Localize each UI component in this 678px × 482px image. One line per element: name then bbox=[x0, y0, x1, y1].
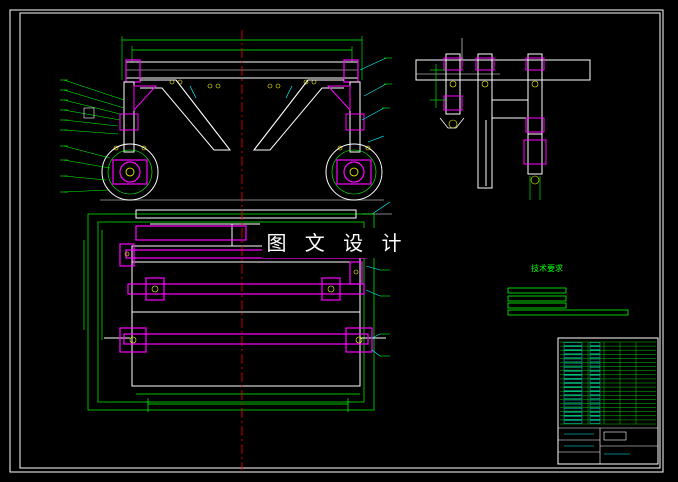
parts-list-qty bbox=[589, 387, 601, 391]
parts-list-qty bbox=[589, 420, 601, 424]
technical-requirements-title: 技术要求 bbox=[531, 264, 563, 273]
parts-list-entry bbox=[563, 412, 583, 416]
parts-list-qty bbox=[589, 399, 601, 404]
parts-list-entry bbox=[563, 350, 583, 354]
parts-list-qty bbox=[589, 403, 601, 408]
parts-list-qty bbox=[589, 371, 601, 375]
technical-notes bbox=[507, 287, 629, 316]
parts-list-entry bbox=[563, 399, 583, 404]
title-block bbox=[557, 337, 659, 465]
parts-list-qty bbox=[589, 354, 601, 358]
parts-list-qty bbox=[589, 395, 601, 399]
parts-list-entry bbox=[563, 362, 583, 367]
parts-list-qty bbox=[589, 358, 601, 363]
parts-list-qty bbox=[589, 346, 601, 350]
parts-list-qty bbox=[589, 379, 601, 383]
parts-list-qty bbox=[589, 391, 601, 395]
parts-list-entry bbox=[563, 342, 583, 346]
parts-list-qty bbox=[589, 367, 601, 371]
front-view bbox=[60, 36, 392, 215]
parts-list-entry bbox=[563, 391, 583, 395]
parts-list-qty bbox=[589, 375, 601, 379]
parts-list-qty bbox=[589, 383, 601, 387]
parts-list-entry bbox=[563, 408, 583, 412]
parts-list-entry bbox=[563, 346, 583, 350]
watermark-text: 图 文 设 计 bbox=[262, 228, 412, 258]
parts-list-qty bbox=[589, 412, 601, 416]
parts-list-qty bbox=[589, 408, 601, 412]
parts-list-entry bbox=[563, 375, 583, 379]
parts-list-entry bbox=[563, 387, 583, 391]
parts-list-entry bbox=[563, 383, 583, 387]
parts-list-entry bbox=[563, 403, 583, 408]
parts-list-entry bbox=[563, 354, 583, 358]
parts-list-entry bbox=[563, 358, 583, 363]
parts-list-entry bbox=[563, 379, 583, 383]
side-view bbox=[415, 38, 591, 200]
parts-list-qty bbox=[589, 416, 601, 420]
parts-list-entry bbox=[563, 416, 583, 420]
parts-list-entry bbox=[563, 371, 583, 375]
parts-list-qty bbox=[589, 350, 601, 354]
parts-list-entry bbox=[563, 367, 583, 371]
parts-list-qty bbox=[589, 362, 601, 367]
parts-list-entry bbox=[563, 420, 583, 424]
parts-list-qty bbox=[589, 342, 601, 346]
parts-list-entry bbox=[563, 395, 583, 399]
